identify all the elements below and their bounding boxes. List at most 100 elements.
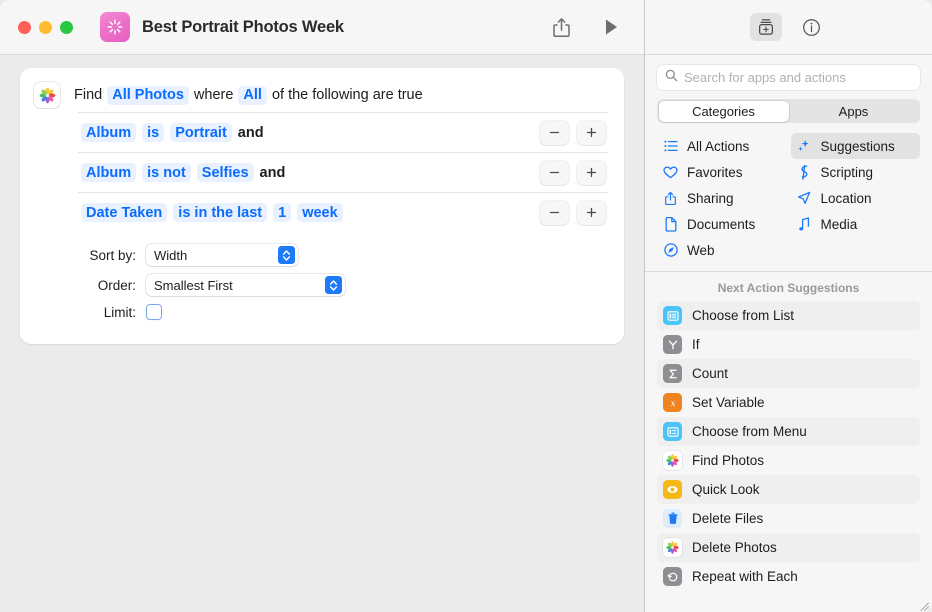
trash-icon [663,509,682,528]
sidebar-item-documents[interactable]: Documents [657,211,787,237]
filter-field-token[interactable]: Album [81,123,136,142]
category-label: Favorites [687,165,743,180]
window-title: Best Portrait Photos Week [142,18,344,37]
order-dropdown[interactable]: Smallest First [146,274,345,296]
filter-field-token[interactable]: Album [81,163,136,182]
traffic-lights [18,21,73,34]
filter-value-token[interactable]: 1 [273,203,291,222]
sidebar-item-web[interactable]: Web [657,237,787,263]
suggestion-label: If [692,337,700,352]
window-resize-handle[interactable] [918,599,930,611]
add-filter-button[interactable] [577,161,606,185]
filter-value-token[interactable]: Selfies [197,163,254,182]
filter-operator-token[interactable]: is in the last [173,203,267,222]
filter-operator-token[interactable]: is not [142,163,191,182]
tab-apps[interactable]: Apps [789,101,919,122]
library-titlebar [645,0,932,55]
category-label: Web [687,243,715,258]
sidebar-item-location[interactable]: Location [791,185,921,211]
filter-field-token[interactable]: Date Taken [81,203,167,222]
add-filter-button[interactable] [577,201,606,225]
category-label: Suggestions [821,139,895,154]
count-icon [663,364,682,383]
remove-filter-button[interactable] [540,161,569,185]
filter-conjunction: and [235,125,264,141]
suggestions-header: Next Action Suggestions [645,272,932,301]
library-tabs: Categories Apps [645,90,932,123]
list-item[interactable]: Delete Photos [657,533,920,562]
suggestion-label: Quick Look [692,482,760,497]
choose-from-menu-icon [663,422,682,441]
suggestion-label: Count [692,366,728,381]
filter-conjunction: and [257,165,286,181]
filter-operator-token[interactable]: is [142,123,164,142]
where-label: where [192,87,236,103]
list-item[interactable]: Delete Files [657,504,920,533]
remove-filter-button[interactable] [540,121,569,145]
filter-tokens: Album is not Selfies and [78,163,540,182]
filter-row-buttons [540,121,606,145]
photos-icon [663,451,682,470]
match-token[interactable]: All [238,86,267,105]
list-item[interactable]: If [657,330,920,359]
find-photos-action-card[interactable]: Find All Photos where All of the followi… [20,68,624,344]
zoom-button[interactable] [60,21,73,34]
list-item[interactable]: Quick Look [657,475,920,504]
search-placeholder: Search for apps and actions [684,70,846,85]
suggestion-label: Set Variable [692,395,765,410]
list-item[interactable]: Choose from List [657,301,920,330]
list-item[interactable]: Count [657,359,920,388]
action-library-icon[interactable] [750,13,782,41]
sidebar-item-all-actions[interactable]: All Actions [657,133,787,159]
filter-row: Album is Portrait and [78,112,608,152]
filter-unit-token[interactable]: week [297,203,342,222]
suggestion-label: Delete Files [692,511,763,526]
shortcuts-window: Best Portrait Photos Week [0,0,932,612]
list-item[interactable]: Repeat with Each [657,562,920,591]
sidebar-item-media[interactable]: Media [791,211,921,237]
list-item[interactable]: x Set Variable [657,388,920,417]
add-filter-button[interactable] [577,121,606,145]
sidebar-item-sharing[interactable]: Sharing [657,185,787,211]
list-item[interactable]: Find Photos [657,446,920,475]
music-note-icon [797,217,812,232]
suggestion-label: Delete Photos [692,540,777,555]
list-item[interactable]: Choose from Menu [657,417,920,446]
search-icon [665,69,678,87]
filter-row-buttons [540,161,606,185]
info-icon[interactable] [796,13,828,41]
share-icon [663,191,678,206]
minimize-button[interactable] [39,21,52,34]
category-label: All Actions [687,139,749,154]
find-statement: Find All Photos where All of the followi… [72,86,425,105]
close-button[interactable] [18,21,31,34]
share-button[interactable] [544,12,578,42]
editor-pane: Best Portrait Photos Week [0,0,645,612]
location-arrow-icon [797,191,812,205]
sort-by-dropdown[interactable]: Width [146,244,298,266]
scripting-icon [797,165,812,180]
photos-icon [34,82,60,108]
order-label: Order: [78,278,146,293]
list-icon [663,140,678,152]
tab-categories[interactable]: Categories [659,101,789,122]
sidebar-item-suggestions[interactable]: Suggestions [791,133,921,159]
remove-filter-button[interactable] [540,201,569,225]
svg-text:x: x [670,398,675,408]
sort-by-row: Sort by: Width [78,244,608,266]
sidebar-item-scripting[interactable]: Scripting [791,159,921,185]
heart-icon [663,166,678,179]
sort-by-label: Sort by: [78,248,146,263]
source-token[interactable]: All Photos [107,86,189,105]
photos-icon [663,538,682,557]
sidebar-item-favorites[interactable]: Favorites [657,159,787,185]
quick-look-icon [663,480,682,499]
filter-value-token[interactable]: Portrait [170,123,232,142]
run-button[interactable] [594,12,628,42]
limit-checkbox[interactable] [146,304,162,320]
search-input[interactable]: Search for apps and actions [657,65,920,90]
suggestions-list: Choose from List If Count [645,301,932,612]
sort-by-value: Width [154,248,278,263]
filter-tokens: Album is Portrait and [78,123,540,142]
category-grid: All Actions Suggestions Favorites [645,123,932,272]
